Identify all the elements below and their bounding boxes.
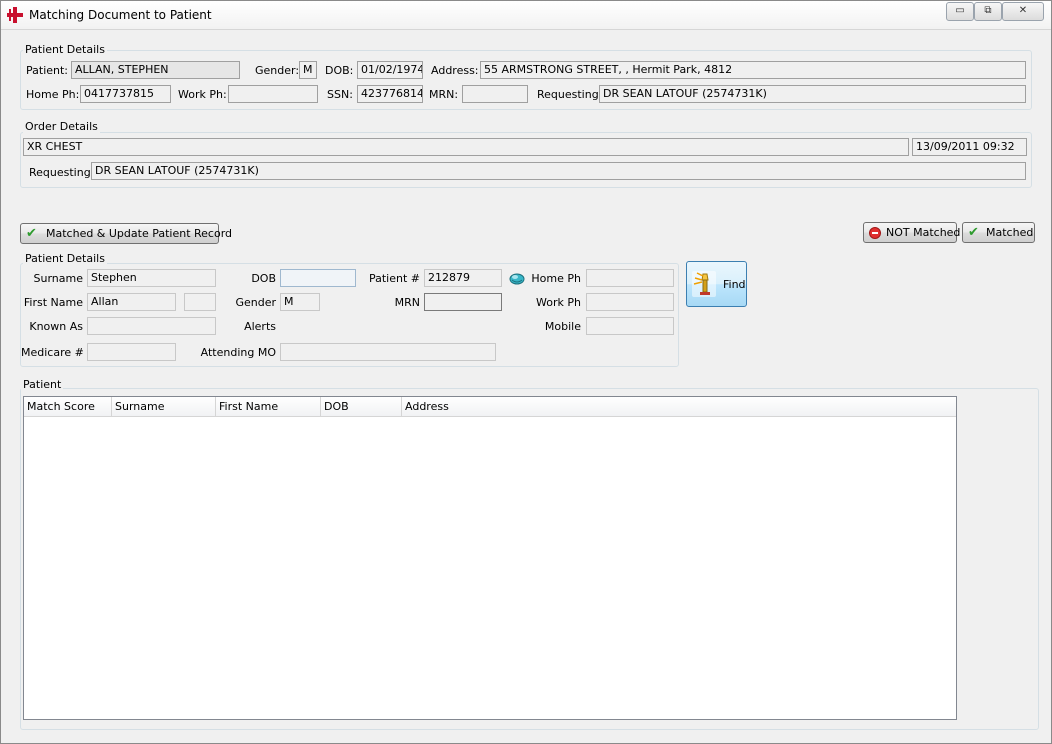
mobile-label: Mobile: [544, 320, 581, 333]
patient-details-title: Patient Details: [23, 43, 107, 56]
surname-label: Surname: [33, 272, 83, 285]
alerts-label: Alerts: [244, 320, 276, 333]
attending-mo-label: Attending MO: [200, 346, 276, 359]
search-home-ph-field[interactable]: [586, 269, 674, 287]
requesting-field[interactable]: DR SEAN LATOUF (2574731K): [599, 85, 1026, 103]
order-requesting-label: Requesting:: [29, 166, 95, 179]
search-work-ph-label: Work Ph: [536, 296, 581, 309]
ssn-field[interactable]: 4237768145: [357, 85, 423, 103]
search-mrn-field[interactable]: [424, 293, 502, 311]
home-ph-field[interactable]: 0417737815: [80, 85, 171, 103]
address-field[interactable]: 55 ARMSTRONG STREET, , Hermit Park, 4812: [480, 61, 1026, 79]
search-dob-field[interactable]: [280, 269, 356, 287]
results-list[interactable]: Match Score Surname First Name DOB Addre…: [23, 396, 957, 720]
column-header-first-name[interactable]: First Name: [216, 397, 321, 416]
order-exam-field[interactable]: XR CHEST: [23, 138, 909, 156]
column-header-match-score[interactable]: Match Score: [24, 397, 112, 416]
medicare-field[interactable]: [87, 343, 176, 361]
home-ph-label: Home Ph:: [26, 88, 80, 101]
search-work-ph-field[interactable]: [586, 293, 674, 311]
matched-update-record-button[interactable]: ✔ Matched & Update Patient Record: [20, 223, 232, 244]
gender-field[interactable]: M: [299, 61, 317, 79]
mobile-field[interactable]: [586, 317, 674, 335]
column-header-dob[interactable]: DOB: [321, 397, 402, 416]
known-as-label: Known As: [29, 320, 83, 333]
find-label: Find: [723, 278, 746, 291]
minimize-button[interactable]: ▭: [946, 2, 974, 21]
surname-field[interactable]: Stephen: [87, 269, 216, 287]
requesting-label: Requesting:: [537, 88, 603, 101]
matched-button[interactable]: ✔ Matched: [962, 222, 1035, 243]
check-icon: ✔: [26, 226, 37, 241]
search-mrn-label: MRN: [394, 296, 420, 309]
known-as-field[interactable]: [87, 317, 216, 335]
medicare-label: Medicare #: [21, 346, 84, 359]
work-ph-field[interactable]: [228, 85, 318, 103]
search-dob-label: DOB: [251, 272, 276, 285]
results-list-header: Match Score Surname First Name DOB Addre…: [24, 397, 956, 417]
gender-label: Gender:: [255, 64, 300, 77]
matched-label: Matched: [986, 226, 1034, 239]
patient-number-field[interactable]: 212879: [424, 269, 502, 287]
order-details-title: Order Details: [23, 120, 100, 133]
dob-label: DOB:: [325, 64, 354, 77]
order-datetime-field[interactable]: 13/09/2011 09:32: [912, 138, 1027, 156]
search-gender-field[interactable]: M: [280, 293, 320, 311]
mrn-label: MRN:: [429, 88, 459, 101]
find-button[interactable]: Find: [686, 261, 747, 307]
mrn-field[interactable]: [462, 85, 528, 103]
not-matched-label: NOT Matched: [886, 226, 961, 239]
work-ph-label: Work Ph:: [178, 88, 227, 101]
patient-name-field[interactable]: ALLAN, STEPHEN: [71, 61, 240, 79]
check-icon: ✔: [968, 225, 979, 240]
first-name-field[interactable]: Allan: [87, 293, 176, 311]
find-flashlight-icon: [691, 270, 717, 298]
patient-number-label: Patient #: [368, 272, 420, 285]
dob-field[interactable]: 01/02/1974: [357, 61, 423, 79]
results-title: Patient: [21, 378, 64, 391]
no-entry-icon: [869, 227, 883, 241]
window-title: Matching Document to Patient: [29, 8, 212, 22]
ssn-label: SSN:: [327, 88, 353, 101]
not-matched-button[interactable]: NOT Matched: [863, 222, 961, 243]
match-document-window: Matching Document to Patient ▭ ⧉ ✕ Patie…: [0, 0, 1052, 744]
address-label: Address:: [431, 64, 479, 77]
order-requesting-field[interactable]: DR SEAN LATOUF (2574731K): [91, 162, 1026, 180]
restore-button[interactable]: ⧉: [974, 2, 1002, 21]
column-header-surname[interactable]: Surname: [112, 397, 216, 416]
search-patient-details-title: Patient Details: [23, 252, 107, 265]
app-cross-icon: [7, 7, 23, 23]
close-button[interactable]: ✕: [1002, 2, 1044, 21]
search-home-ph-label: Home Ph: [531, 272, 581, 285]
matched-update-record-label: Matched & Update Patient Record: [46, 227, 233, 240]
patient-label: Patient:: [26, 64, 69, 77]
title-bar[interactable]: Matching Document to Patient ▭ ⧉ ✕: [1, 1, 1051, 30]
attending-mo-field[interactable]: [280, 343, 496, 361]
column-header-address[interactable]: Address: [402, 397, 956, 416]
first-name-label: First Name: [23, 296, 83, 309]
search-gender-label: Gender: [235, 296, 276, 309]
